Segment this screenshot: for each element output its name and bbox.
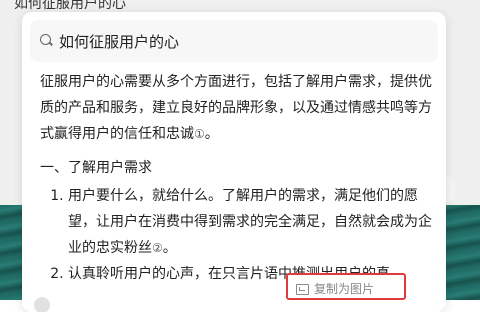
user-avatar-icon[interactable]: [34, 297, 50, 312]
answer-intro: 征服用户的心需要从多个方面进行，包括了解用户需求，提供优质的产品和服务，建立良好…: [40, 74, 432, 142]
search-bar[interactable]: 如何征服用户的心: [30, 20, 438, 62]
footnote-marker[interactable]: ①: [194, 127, 205, 141]
search-query[interactable]: 如何征服用户的心: [59, 31, 179, 52]
footnote-marker[interactable]: ②: [152, 241, 163, 255]
list-item-tail: 。: [162, 240, 177, 256]
copy-as-image-label: 复制为图片: [314, 282, 375, 296]
list-item: 用户要什么，就给什么。了解用户的需求，满足他们的愿望，让用户在消费中得到需求的完…: [68, 183, 432, 261]
answer-card: 如何征服用户的心 征服用户的心需要从多个方面进行，包括了解用户需求，提供优质的产…: [22, 12, 446, 312]
search-icon: [40, 34, 51, 45]
copy-as-image-button[interactable]: 复制为图片: [286, 273, 406, 300]
list-item-text: 用户要什么，就给什么。了解用户的需求，满足他们的愿望，让用户在消费中得到需求的完…: [68, 188, 432, 256]
answer-content: 征服用户的心需要从多个方面进行，包括了解用户需求，提供优质的产品和服务，建立良好…: [40, 69, 432, 287]
section-heading: 一、了解用户需求: [40, 160, 152, 176]
answer-intro-text: 征服用户的心需要从多个方面进行，包括了解用户需求，提供优质的产品和服务，建立良好…: [40, 74, 432, 142]
answer-list: 用户要什么，就给什么。了解用户的需求，满足他们的愿望，让用户在消费中得到需求的完…: [40, 183, 432, 287]
image-copy-icon: [296, 284, 309, 295]
